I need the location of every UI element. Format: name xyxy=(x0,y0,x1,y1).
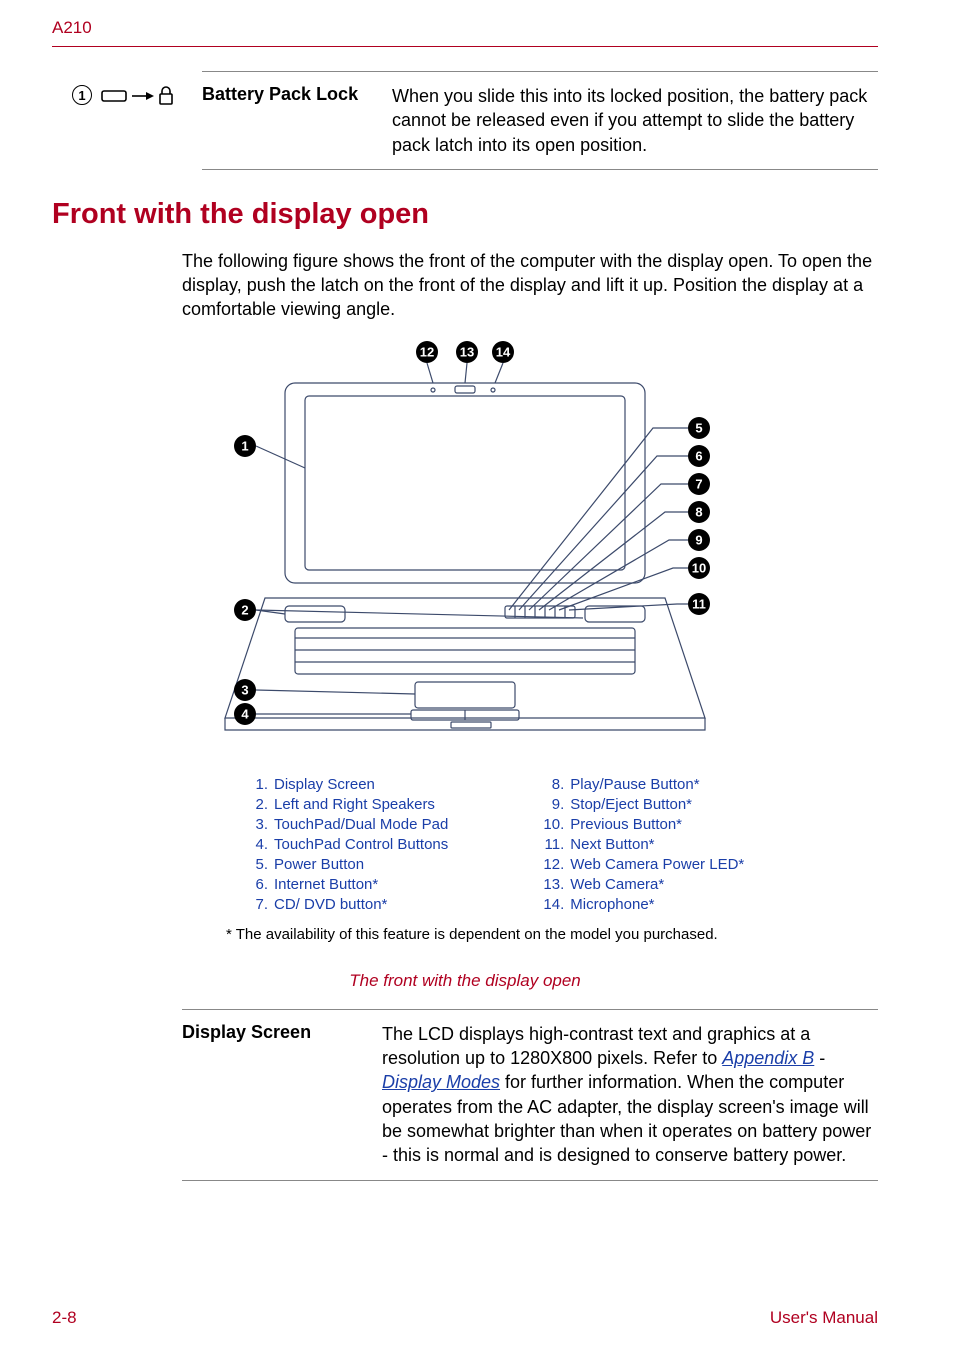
badge-9: 9 xyxy=(695,532,702,547)
battery-lock-icon-group: 1 xyxy=(72,84,202,106)
figure-footnote: * The availability of this feature is de… xyxy=(226,926,878,943)
legend-item-stop-eject: Stop/Eject Button* xyxy=(570,796,692,813)
badge-4: 4 xyxy=(241,706,249,721)
display-row-top-rule xyxy=(182,1009,878,1010)
legend-left-col: 1. Display Screen 2. Left and Right Speake… xyxy=(242,776,448,916)
legend-item-previous: Previous Button* xyxy=(570,816,682,833)
legend-right-col: 8. Play/Pause Button* 9. Stop/Eject Button… xyxy=(538,776,744,916)
badge-13: 13 xyxy=(460,344,474,359)
battery-lock-desc: When you slide this into its locked posi… xyxy=(392,84,878,157)
legend-item-speakers: Left and Right Speakers xyxy=(274,796,435,813)
battery-lock-num-icon: 1 xyxy=(72,85,92,105)
legend-num-13: 13. xyxy=(538,876,564,893)
legend-item-display-screen: Display Screen xyxy=(274,776,375,793)
badge-11: 11 xyxy=(692,596,706,611)
legend-item-webcam: Web Camera* xyxy=(570,876,664,893)
legend-num-9: 9. xyxy=(538,796,564,813)
legend-item-play-pause: Play/Pause Button* xyxy=(570,776,699,793)
legend-num-2: 2. xyxy=(242,796,268,813)
battery-lock-slide-icon xyxy=(96,84,186,106)
figure-legend: 1. Display Screen 2. Left and Right Speake… xyxy=(242,776,878,916)
legend-num-5: 5. xyxy=(242,856,268,873)
display-screen-desc: The LCD displays high-contrast text and … xyxy=(382,1022,878,1168)
legend-item-touchpad: TouchPad/Dual Mode Pad xyxy=(274,816,448,833)
laptop-figure: 12 13 14 xyxy=(52,338,878,758)
row-top-rule xyxy=(202,71,878,72)
legend-item-webcam-led: Web Camera Power LED* xyxy=(570,856,744,873)
figure-caption: The front with the display open xyxy=(52,971,878,991)
legend-num-10: 10. xyxy=(538,816,564,833)
badge-7: 7 xyxy=(695,476,702,491)
badge-3: 3 xyxy=(241,682,248,697)
legend-num-4: 4. xyxy=(242,836,268,853)
legend-item-touchpad-buttons: TouchPad Control Buttons xyxy=(274,836,448,853)
badge-2: 2 xyxy=(241,602,248,617)
badge-14: 14 xyxy=(496,344,511,359)
legend-num-8: 8. xyxy=(538,776,564,793)
appendix-b-link[interactable]: Appendix B xyxy=(722,1048,814,1068)
legend-num-12: 12. xyxy=(538,856,564,873)
legend-item-internet-button: Internet Button* xyxy=(274,876,378,893)
badge-12: 12 xyxy=(420,344,434,359)
section-heading: Front with the display open xyxy=(52,198,878,231)
battery-lock-label: Battery Pack Lock xyxy=(202,84,392,105)
manual-title: User's Manual xyxy=(770,1308,878,1328)
page-number: 2-8 xyxy=(52,1308,77,1328)
badge-1: 1 xyxy=(241,438,248,453)
display-desc-dash: - xyxy=(814,1048,825,1068)
legend-num-3: 3. xyxy=(242,816,268,833)
legend-num-11: 11. xyxy=(538,836,564,853)
legend-item-next: Next Button* xyxy=(570,836,654,853)
header-rule xyxy=(52,46,878,47)
badge-5: 5 xyxy=(695,420,702,435)
display-row-bottom-rule xyxy=(182,1180,878,1181)
legend-num-1: 1. xyxy=(242,776,268,793)
header-model: A210 xyxy=(52,18,878,38)
display-screen-label: Display Screen xyxy=(182,1022,382,1043)
section-intro: The following figure shows the front of … xyxy=(182,249,878,322)
badge-10: 10 xyxy=(692,560,706,575)
display-modes-link[interactable]: Display Modes xyxy=(382,1072,500,1092)
legend-item-cddvd-button: CD/ DVD button* xyxy=(274,896,387,913)
badge-6: 6 xyxy=(695,448,702,463)
badge-8: 8 xyxy=(695,504,702,519)
legend-num-6: 6. xyxy=(242,876,268,893)
legend-item-microphone: Microphone* xyxy=(570,896,654,913)
legend-item-power-button: Power Button xyxy=(274,856,364,873)
legend-num-14: 14. xyxy=(538,896,564,913)
row-bottom-rule xyxy=(202,169,878,170)
legend-num-7: 7. xyxy=(242,896,268,913)
